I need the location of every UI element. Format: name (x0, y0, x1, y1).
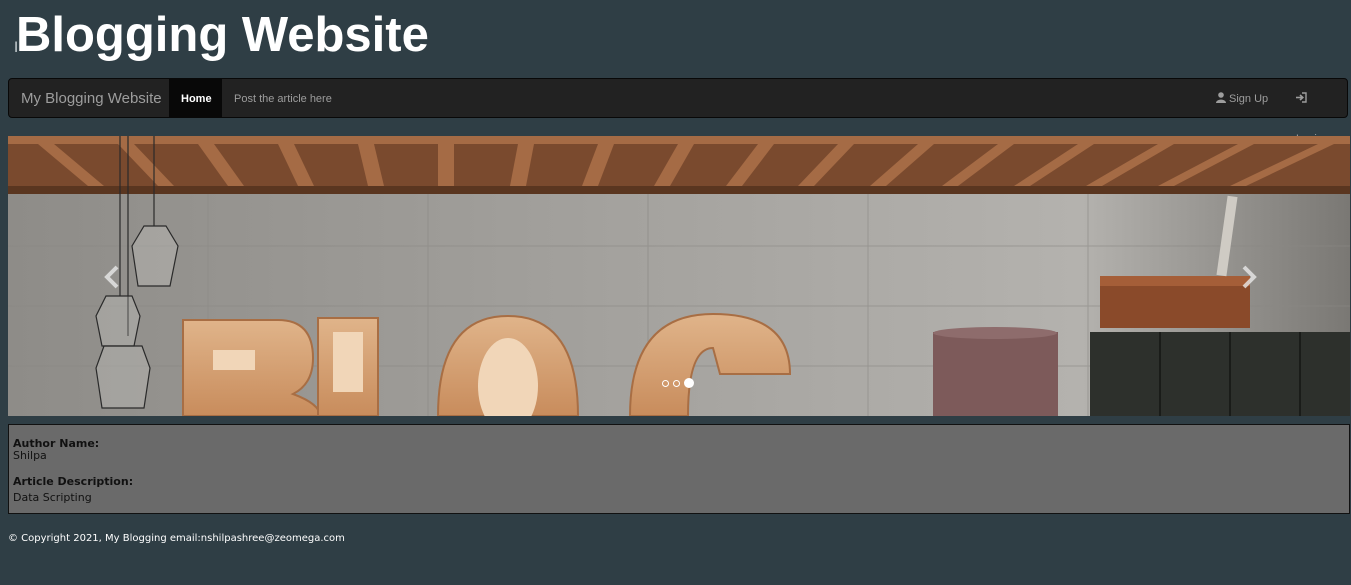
description-value: Data Scripting (13, 491, 92, 504)
nav-sign-up[interactable]: Sign Up (1204, 79, 1280, 117)
carousel-indicator-3[interactable] (684, 378, 694, 388)
author-value: Shilpa (13, 449, 47, 462)
login-icon (1296, 92, 1307, 103)
sign-up-label: Sign Up (1229, 93, 1269, 105)
site-title: Blogging Website (16, 8, 429, 62)
carousel-slide-image (8, 136, 1350, 416)
user-icon (1216, 92, 1226, 103)
carousel-next-icon[interactable] (1233, 262, 1263, 292)
nav-home[interactable]: Home (169, 79, 222, 117)
image-carousel (8, 136, 1350, 416)
carousel-indicator-1[interactable] (662, 379, 669, 387)
nav-post-article[interactable]: Post the article here (222, 79, 344, 117)
text-cursor-icon: I (14, 40, 19, 56)
carousel-indicator-2[interactable] (673, 379, 680, 387)
navbar: My Blogging Website Home Post the articl… (8, 78, 1348, 145)
article-panel: Author Name: Shilpa Article Description:… (8, 424, 1350, 514)
carousel-indicators (662, 377, 694, 389)
carousel-prev-icon[interactable] (98, 262, 128, 292)
footer-copyright: © Copyright 2021, My Blogging email:nshi… (8, 533, 345, 544)
nav-login[interactable]: Login (1284, 79, 1347, 145)
description-label: Article Description: (13, 475, 134, 488)
navbar-brand[interactable]: My Blogging Website (21, 79, 162, 117)
